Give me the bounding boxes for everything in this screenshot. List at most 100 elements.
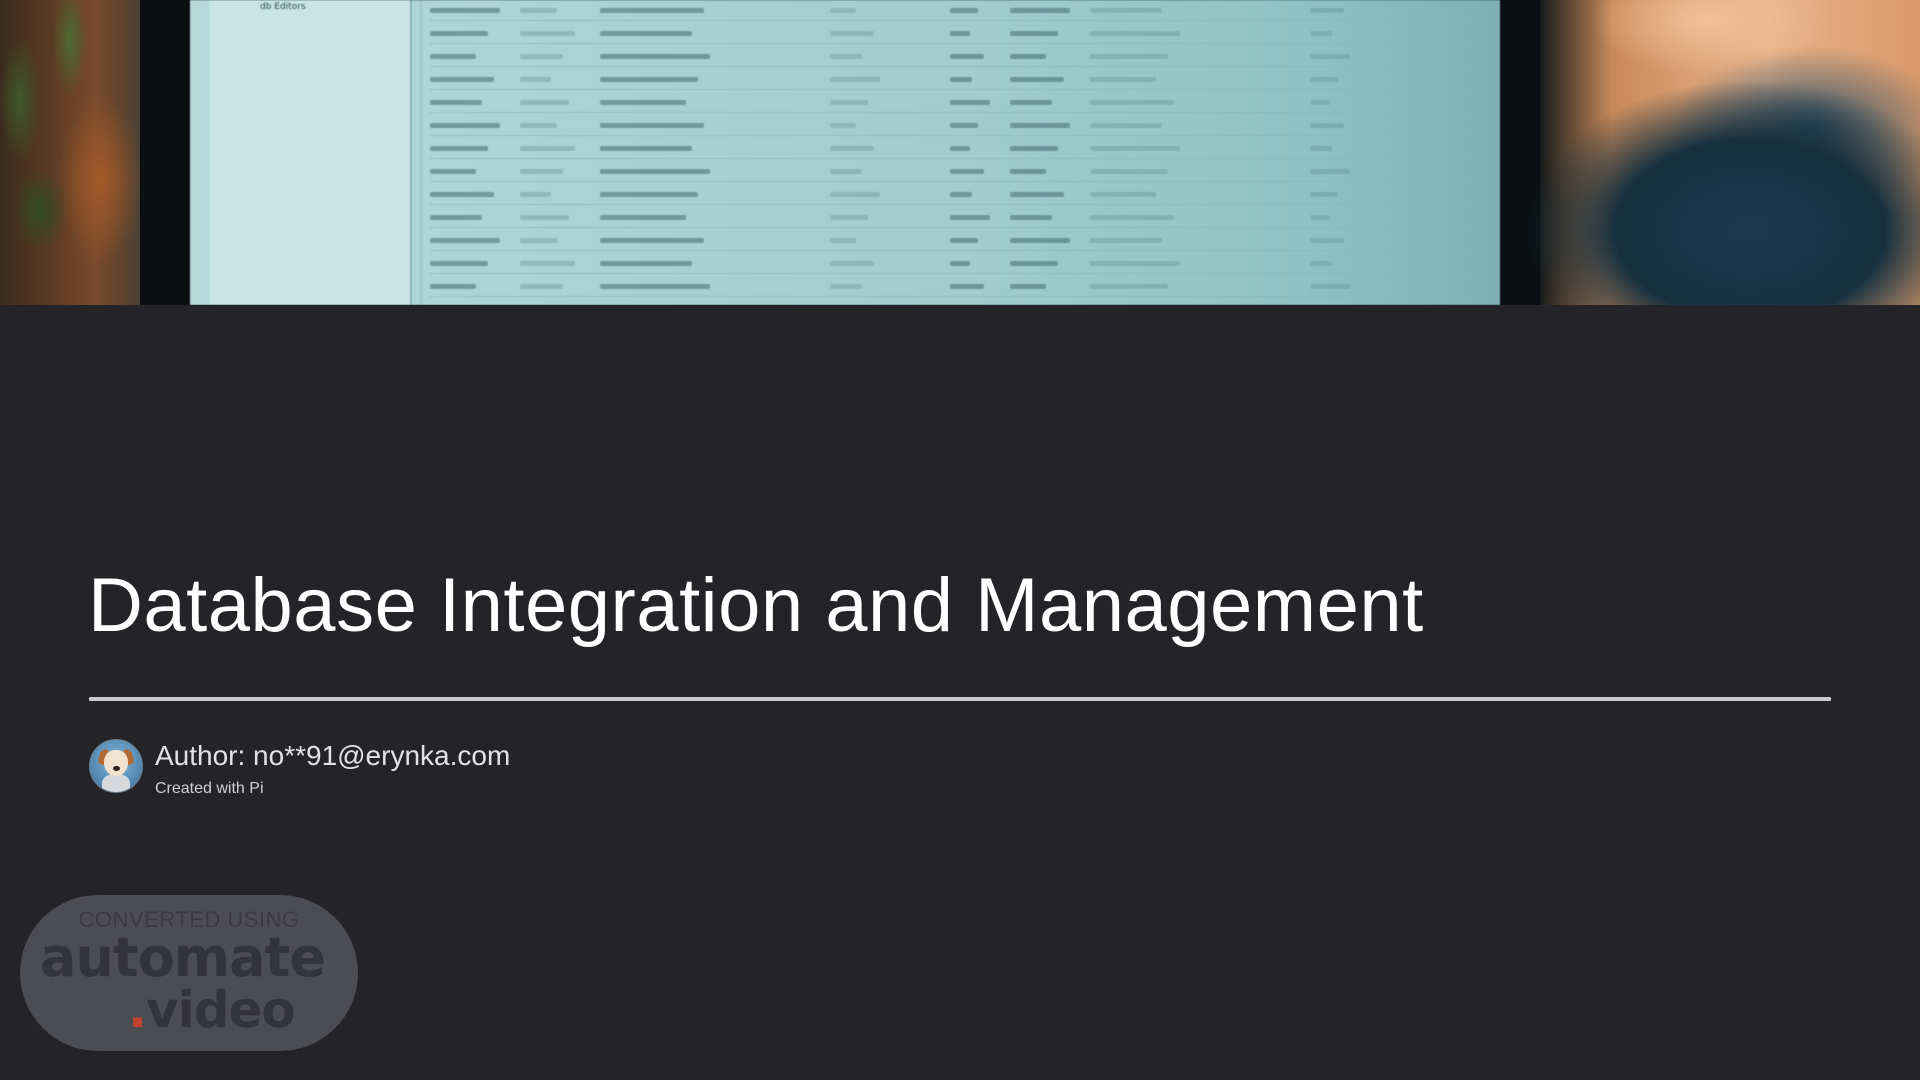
screen-table-cell bbox=[600, 123, 704, 128]
screen-table-cell bbox=[1010, 238, 1070, 243]
screen-table-cell bbox=[1010, 54, 1046, 59]
screen-table-cell bbox=[950, 54, 984, 59]
screen-table-cell bbox=[830, 77, 880, 82]
screen-table-row bbox=[430, 100, 1470, 113]
screen-table-cell bbox=[430, 100, 482, 105]
screen-table-separator bbox=[430, 250, 1470, 251]
screen-table-cell bbox=[1010, 8, 1070, 13]
screen-table-cell bbox=[830, 8, 856, 13]
screen-table-cell bbox=[1090, 169, 1168, 174]
screen-table-cell bbox=[1010, 261, 1058, 266]
screen-table-row bbox=[430, 31, 1470, 44]
avatar-dog-face bbox=[104, 750, 128, 776]
screen-table-cell bbox=[600, 8, 704, 13]
screen-table-cell bbox=[430, 238, 500, 243]
screen-table-cell bbox=[600, 169, 710, 174]
screen-table-row bbox=[430, 146, 1470, 159]
screen-table-cell bbox=[1310, 146, 1332, 151]
screen-table-cell bbox=[600, 215, 686, 220]
screen-table-cell bbox=[1090, 146, 1180, 151]
screen-table-cell bbox=[1090, 123, 1162, 128]
screen-table-cell bbox=[1310, 238, 1344, 243]
screen-table-cell bbox=[950, 77, 972, 82]
screen-table-cell bbox=[520, 123, 557, 128]
screen-table-cell bbox=[1310, 284, 1350, 289]
screen-table-cell bbox=[520, 77, 551, 82]
screen-table-cell bbox=[1010, 146, 1058, 151]
screen-table-cell bbox=[1090, 54, 1168, 59]
screen-table-cell bbox=[830, 123, 856, 128]
screen-table-cell bbox=[1090, 284, 1168, 289]
screen-table-row bbox=[430, 238, 1470, 251]
screen-table-cell bbox=[520, 284, 563, 289]
screen-table-cell bbox=[1090, 31, 1180, 36]
screen-table-cell bbox=[1010, 169, 1046, 174]
screen-table-cell bbox=[830, 192, 880, 197]
screen-table-cell bbox=[520, 146, 575, 151]
watermark-ext-text: video bbox=[146, 981, 296, 1039]
screen-table-cell bbox=[1010, 100, 1052, 105]
screen-table-cell bbox=[430, 31, 488, 36]
screen-table-separator bbox=[430, 20, 1470, 21]
screen-table-cell bbox=[1310, 54, 1350, 59]
screen-table-cell bbox=[600, 146, 692, 151]
screen-table-cell bbox=[600, 238, 704, 243]
screen-table-row bbox=[430, 284, 1470, 297]
watermark-main-text: automate bbox=[40, 926, 326, 989]
screen-table-cell bbox=[600, 100, 686, 105]
author-label: Author: no**91@erynka.com bbox=[155, 740, 511, 771]
screen-table-cell bbox=[600, 284, 710, 289]
screen-table-cell bbox=[520, 169, 563, 174]
screen-table-cell bbox=[430, 77, 494, 82]
screen-table-cell bbox=[1310, 192, 1338, 197]
screen-table-cell bbox=[1010, 31, 1058, 36]
screen-table-cell bbox=[950, 8, 978, 13]
screen-sidebar-title: db Editors bbox=[260, 2, 306, 12]
screen-table-cell bbox=[830, 169, 862, 174]
screen-table-cell bbox=[830, 146, 874, 151]
screen-table-cell bbox=[830, 215, 868, 220]
screen-table-cell bbox=[430, 215, 482, 220]
screen-table-row bbox=[430, 77, 1470, 90]
screen-table bbox=[430, 0, 1490, 305]
screen-table-cell bbox=[600, 31, 692, 36]
avatar-dog-body bbox=[102, 774, 130, 792]
screen-table-cell bbox=[430, 123, 500, 128]
screen-table-cell bbox=[520, 215, 569, 220]
screen-table-row bbox=[430, 261, 1470, 274]
screen-table-cell bbox=[1310, 31, 1332, 36]
screen-table-cell bbox=[830, 238, 856, 243]
created-with-label: Created with Pi bbox=[155, 780, 264, 797]
screen-table-separator bbox=[430, 273, 1470, 274]
screen-table-cell bbox=[430, 54, 476, 59]
slide: db Editors Database Integration and Mana… bbox=[0, 0, 1920, 1080]
screen-table-cell bbox=[830, 100, 868, 105]
screen-table-cell bbox=[1010, 215, 1052, 220]
screen-table-cell bbox=[950, 31, 970, 36]
screen-table-cell bbox=[430, 192, 494, 197]
screen-table-cell bbox=[830, 284, 862, 289]
screen-table-cell bbox=[830, 261, 874, 266]
screen-table-cell bbox=[520, 100, 569, 105]
watermark-badge: CONVERTED USING automate .video bbox=[20, 895, 358, 1051]
screen-table-cell bbox=[1010, 77, 1064, 82]
screen-table-cell bbox=[1310, 8, 1344, 13]
screen-table-cell bbox=[950, 100, 990, 105]
watermark-dot: . bbox=[128, 981, 147, 1039]
screen-table-cell bbox=[950, 146, 970, 151]
screen-table-cell bbox=[600, 54, 710, 59]
screen-table-cell bbox=[1310, 123, 1344, 128]
screen-table-cell bbox=[1010, 123, 1070, 128]
screen-table-row bbox=[430, 215, 1470, 228]
screen-table-separator bbox=[430, 204, 1470, 205]
hero-photo: db Editors bbox=[0, 0, 1920, 305]
screen-table-cell bbox=[430, 261, 488, 266]
screen-table-cell bbox=[830, 54, 862, 59]
screen-table-cell bbox=[430, 8, 500, 13]
screen-table-cell bbox=[600, 77, 698, 82]
screen-table-cell bbox=[950, 261, 970, 266]
slide-title: Database Integration and Management bbox=[88, 563, 1424, 648]
screen-table-separator bbox=[430, 227, 1470, 228]
screen-table-cell bbox=[950, 192, 972, 197]
screen-table-cell bbox=[430, 284, 476, 289]
